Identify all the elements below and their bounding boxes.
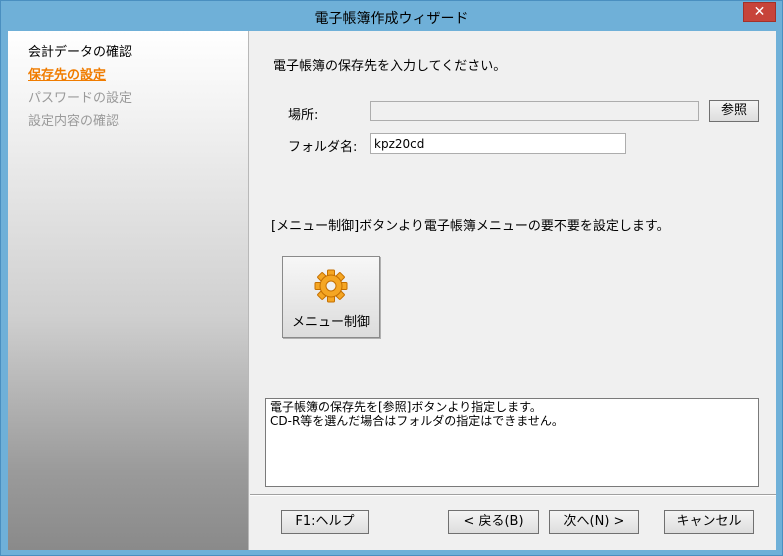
window-title: 電子帳簿作成ウィザード [314, 11, 469, 27]
step-password: パスワードの設定 [28, 91, 133, 106]
next-button[interactable]: 次へ(N) > [549, 510, 639, 534]
location-field[interactable] [370, 101, 699, 121]
menu-control-label: メニュー制御 [291, 315, 370, 330]
step-accounting-data-check: 会計データの確認 [28, 45, 133, 60]
wizard-client-area: 会計データの確認 保存先の設定 パスワードの設定 設定内容の確認 電子帳簿の保存… [8, 31, 776, 550]
title-bar[interactable]: 電子帳簿作成ウィザード ✕ [1, 1, 782, 31]
cancel-button[interactable]: キャンセル [664, 510, 754, 534]
gear-icon [314, 269, 348, 303]
main-panel: 電子帳簿の保存先を入力してください。 場所: 参照 フォルダ名: [メニュー制御… [250, 31, 776, 550]
steps-sidebar: 会計データの確認 保存先の設定 パスワードの設定 設定内容の確認 [8, 31, 249, 550]
back-button[interactable]: < 戻る(B) [448, 510, 539, 534]
instruction-text: 電子帳簿の保存先を入力してください。 [273, 59, 507, 74]
step-save-location: 保存先の設定 [28, 68, 107, 83]
help-text-box: 電子帳簿の保存先を[参照]ボタンより指定します。 CD-R等を選んだ場合はフォル… [265, 398, 759, 487]
menu-control-description: [メニュー制御]ボタンより電子帳簿メニューの要不要を設定します。 [271, 219, 670, 234]
close-button[interactable]: ✕ [743, 2, 776, 22]
browse-button[interactable]: 参照 [709, 100, 759, 122]
menu-control-button[interactable]: メニュー制御 [282, 256, 380, 338]
step-confirm-settings: 設定内容の確認 [28, 114, 120, 129]
help-button[interactable]: F1:ヘルプ [281, 510, 369, 534]
location-label: 場所: [288, 108, 319, 123]
footer-divider [250, 494, 776, 496]
folder-name-label: フォルダ名: [288, 140, 358, 155]
folder-name-input[interactable] [370, 133, 626, 154]
wizard-window: 電子帳簿作成ウィザード ✕ 会計データの確認 保存先の設定 パスワードの設定 設… [0, 0, 783, 556]
